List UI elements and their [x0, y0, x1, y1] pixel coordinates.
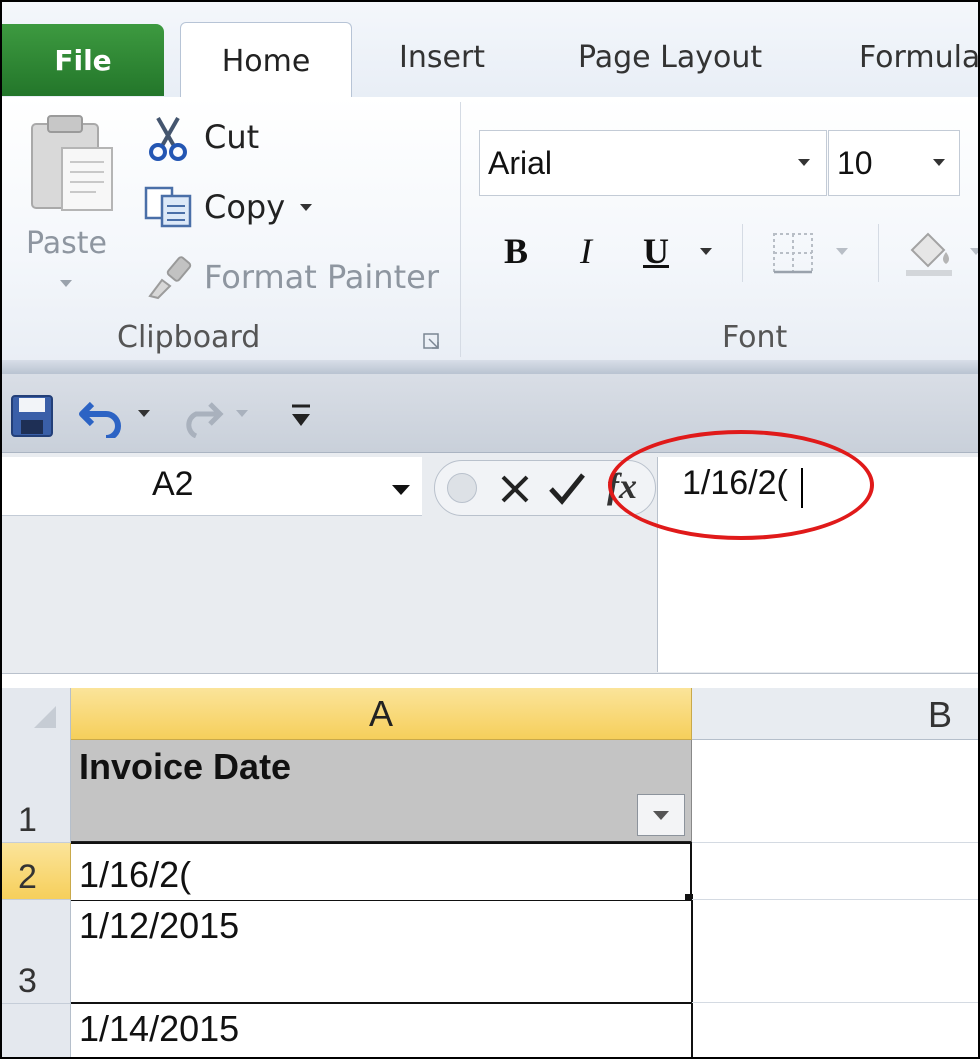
font-size-dropdown-icon[interactable]	[933, 159, 945, 166]
cell-a2-text: 1/16/2(	[79, 854, 192, 895]
tab-file[interactable]: File	[2, 24, 164, 96]
ribbon-bottom-edge	[2, 360, 978, 374]
copy-icon	[144, 186, 192, 228]
paintbrush-icon	[148, 256, 192, 300]
paste-button[interactable]: Paste	[22, 112, 122, 302]
row-header-4[interactable]	[2, 1004, 71, 1057]
paste-dropdown-icon	[60, 280, 72, 287]
font-group-label: Font	[722, 320, 788, 355]
excel-window: File Home Insert Page Layout Formula Pas…	[0, 0, 980, 1059]
gridline	[692, 1002, 978, 1003]
undo-dropdown-icon[interactable]	[138, 410, 150, 417]
grip-icon	[447, 473, 477, 503]
copy-dropdown-icon[interactable]	[300, 204, 312, 211]
customize-toolbar-icon[interactable]	[288, 400, 314, 434]
italic-button[interactable]: I	[564, 230, 608, 278]
underline-button[interactable]: U	[634, 230, 678, 278]
bold-button[interactable]: B	[494, 230, 538, 278]
scissors-icon	[149, 117, 187, 161]
underline-dropdown-icon[interactable]	[700, 248, 712, 255]
row-header-2[interactable]: 2	[2, 843, 71, 900]
undo-icon[interactable]	[78, 392, 124, 438]
name-box-dropdown-icon[interactable]	[392, 485, 410, 495]
cell-a4-text: 1/14/2015	[79, 1008, 240, 1049]
paste-icon	[31, 115, 113, 211]
row-header-1[interactable]: 1	[2, 740, 71, 843]
cell-a4[interactable]: 1/14/2015	[71, 1004, 693, 1057]
column-header-a[interactable]: A	[71, 688, 692, 740]
font-size-combo[interactable]: 10	[828, 130, 960, 196]
cell-a2[interactable]: 1/16/2(	[71, 842, 693, 902]
tab-formulas[interactable]: Formula	[859, 40, 978, 75]
tab-insert[interactable]: Insert	[399, 40, 485, 75]
enter-check-icon[interactable]	[547, 469, 587, 507]
cut-label: Cut	[204, 118, 260, 156]
cancel-icon[interactable]	[497, 471, 533, 507]
format-painter-button[interactable]: Format Painter	[142, 252, 442, 302]
select-all-icon	[34, 706, 56, 728]
ribbon-group-divider	[460, 102, 461, 357]
borders-dropdown-icon[interactable]	[836, 248, 848, 255]
fill-color-dropdown-icon[interactable]	[970, 248, 978, 255]
format-painter-label: Format Painter	[204, 258, 439, 296]
annotation-circle	[608, 430, 874, 540]
paste-label: Paste	[26, 226, 107, 261]
cell-a1-text: Invoice Date	[79, 746, 292, 787]
cell-a3[interactable]: 1/12/2015	[71, 901, 693, 1004]
borders-icon[interactable]	[770, 230, 818, 276]
row-header-label: 3	[18, 962, 37, 1000]
select-all-corner[interactable]	[2, 688, 71, 741]
column-header-b-label: B	[928, 694, 953, 735]
redo-icon	[186, 402, 224, 438]
save-icon[interactable]	[10, 394, 54, 438]
row-header-label: 2	[18, 858, 37, 896]
cut-button[interactable]: Cut	[142, 114, 282, 162]
gridline	[692, 842, 978, 843]
separator	[742, 224, 743, 282]
filter-button[interactable]	[637, 794, 685, 836]
filter-dropdown-icon	[653, 811, 669, 820]
name-box-value: A2	[152, 465, 194, 503]
redo-dropdown-icon	[236, 410, 248, 417]
font-name-value: Arial	[488, 145, 553, 181]
font-name-combo[interactable]: Arial	[479, 130, 827, 196]
copy-label: Copy	[204, 188, 286, 226]
cell-a1[interactable]: Invoice Date	[71, 740, 692, 843]
separator	[878, 224, 879, 282]
cell-a3-text: 1/12/2015	[79, 905, 240, 946]
copy-button[interactable]: Copy	[142, 182, 322, 232]
clipboard-group-label: Clipboard	[117, 320, 261, 355]
dialog-launcher-icon[interactable]	[422, 332, 442, 352]
tab-page-layout[interactable]: Page Layout	[578, 40, 762, 75]
fill-color-icon[interactable]	[902, 228, 958, 278]
font-name-dropdown-icon[interactable]	[798, 159, 810, 166]
column-header-b[interactable]: B	[692, 688, 978, 740]
name-box[interactable]: A2	[2, 457, 422, 516]
row-header-label: 1	[18, 801, 37, 839]
row-header-3[interactable]: 3	[2, 900, 71, 1004]
gridline	[692, 899, 978, 900]
tab-home[interactable]: Home	[180, 22, 352, 99]
font-size-value: 10	[837, 145, 873, 181]
